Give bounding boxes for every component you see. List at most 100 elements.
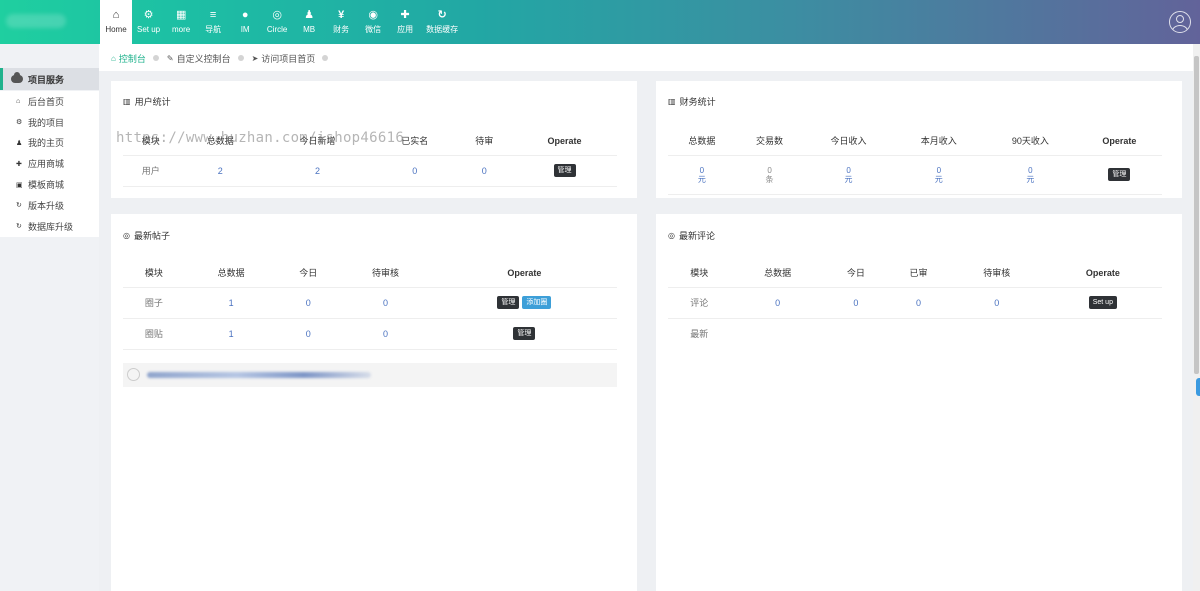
nav-more[interactable]: ▦ more	[165, 0, 197, 44]
card-title: ◎ 最新评论	[668, 231, 715, 241]
operate-cell: 管理	[431, 318, 617, 350]
today-income-value[interactable]: 0元	[803, 155, 894, 195]
puzzle-icon: ✚	[16, 160, 22, 168]
send-icon: ➤	[251, 53, 259, 63]
month-income-value[interactable]: 0元	[893, 155, 984, 195]
table-header: 待审	[456, 127, 512, 156]
logo[interactable]	[0, 0, 99, 44]
crumb-visit-home[interactable]: ➤ 访问项目首页	[252, 52, 337, 65]
operate-cell: 管理 添加圈	[431, 287, 617, 319]
nav-finance[interactable]: ¥ 财务	[325, 0, 357, 44]
trades-value[interactable]: 0条	[735, 155, 804, 195]
today-value[interactable]: 0	[277, 318, 340, 350]
user-avatar-icon[interactable]	[1169, 11, 1191, 33]
today-value[interactable]: 0	[277, 287, 340, 319]
nav-cache[interactable]: ↻ 数据缓存	[421, 0, 463, 44]
nav-apps[interactable]: ✚ 应用	[389, 0, 421, 44]
template-icon: ▣	[16, 181, 23, 189]
table-header: 今日收入	[803, 127, 894, 156]
nav-home[interactable]: ⌂ Home	[100, 0, 132, 44]
grid-icon: ▦	[175, 9, 187, 21]
total-value[interactable]: 1	[184, 287, 278, 319]
scrollbar[interactable]	[1193, 44, 1200, 591]
puzzle-icon: ✚	[400, 9, 410, 21]
close-dot-icon[interactable]	[237, 55, 244, 61]
total-value[interactable]: 0元	[668, 155, 736, 195]
pending-value[interactable]: 0	[339, 318, 432, 350]
comments-icon: ◎	[272, 9, 282, 21]
sidebar-item-my-homepage[interactable]: ♟ 我的主页	[0, 133, 99, 154]
nav-im[interactable]: ● IM	[229, 0, 261, 44]
nav-circle[interactable]: ◎ Circle	[261, 0, 293, 44]
table-header: 90天收入	[983, 127, 1077, 156]
crumb-custom-console[interactable]: ✎ 自定义控制台	[167, 52, 252, 65]
nav-setup[interactable]: ⚙ Set up	[132, 0, 165, 44]
table-header: 总数据	[668, 127, 736, 156]
add-circle-button[interactable]: 添加圈	[522, 296, 552, 309]
nav-mb[interactable]: ♟ MB	[293, 0, 325, 44]
top-bar: ⌂ Home ⚙ Set up ▦ more ≡ 导航 ● IM ◎ Circle ♟ MB …	[0, 0, 1200, 44]
table-header: Operate	[431, 259, 617, 288]
setup-button[interactable]: Set up	[1088, 296, 1117, 309]
finance-stats-card: ▥ 财务统计 总数据 交易数 今日收入 本月收入 90天收入 Operate 0元…	[656, 81, 1182, 198]
total-value[interactable]: 0	[730, 287, 825, 319]
manage-button[interactable]: 管理	[497, 296, 520, 309]
home-icon: ⌂	[16, 97, 21, 105]
user-icon: ♟	[16, 139, 23, 147]
user-icon: ♟	[304, 9, 315, 21]
operate-cell: 管理	[512, 155, 617, 187]
sidebar-item-template-store[interactable]: ▣ 模板商城	[0, 174, 99, 195]
pending-value[interactable]: 0	[949, 287, 1044, 319]
edit-icon: ✎	[166, 53, 174, 63]
side-drawer-tab[interactable]	[1196, 378, 1200, 396]
sidebar-item-db-upgrade[interactable]: ↻ 数据库升级	[0, 216, 99, 237]
table-header: 今日	[824, 259, 888, 288]
pending-value[interactable]: 0	[339, 287, 432, 319]
pending-value[interactable]: 0	[456, 155, 512, 187]
table-row: 圈子 1 0 0 管理 添加圈	[123, 287, 617, 319]
total-value[interactable]: 2	[178, 155, 262, 187]
today-value[interactable]: 0	[824, 287, 888, 319]
crumb-console[interactable]: ⌂ 控制台	[111, 52, 167, 65]
close-dot-icon[interactable]	[152, 55, 159, 61]
bar-chart-icon: ▥	[123, 97, 131, 106]
table-header: 模块	[668, 259, 731, 288]
row-label: 最新	[690, 329, 709, 340]
blurred-content	[147, 372, 371, 378]
operate-cell: 管理	[1076, 155, 1162, 195]
nav-navigation[interactable]: ≡ 导航	[197, 0, 229, 44]
total-value[interactable]: 1	[184, 318, 278, 350]
table-header: 模块	[123, 259, 185, 288]
refresh-icon: ↻	[16, 223, 22, 231]
manage-button[interactable]: 管理	[1108, 168, 1131, 181]
approved-value[interactable]: 0	[887, 287, 950, 319]
menu-icon: ≡	[209, 9, 217, 21]
sidebar-heading[interactable]: 项目服务	[0, 68, 99, 90]
manage-button[interactable]: 管理	[513, 327, 536, 340]
sidebar-item-version-upgrade[interactable]: ↻ 版本升级	[0, 195, 99, 216]
finance-stats-table: 总数据 交易数 今日收入 本月收入 90天收入 Operate 0元 0条 0元…	[668, 127, 1162, 195]
table-header: Operate	[1043, 259, 1162, 288]
scrollbar-thumb[interactable]	[1194, 56, 1199, 374]
row-label: 评论	[668, 287, 731, 319]
sidebar-item-my-projects[interactable]: ⚙ 我的项目	[0, 112, 99, 133]
sidebar-item-app-store[interactable]: ✚ 应用商城	[0, 153, 99, 174]
recent-post-item[interactable]	[123, 363, 617, 387]
row-label: 圈子	[123, 287, 185, 319]
breadcrumb: ⌂ 控制台 ✎ 自定义控制台 ➤ 访问项目首页	[111, 52, 336, 64]
gear-icon: ⚙	[16, 119, 23, 127]
today-value[interactable]: 2	[261, 155, 374, 187]
latest-comments-card: ◎ 最新评论 模块 总数据 今日 已审 待审核 Operate 评论 0 0 0 …	[656, 214, 1182, 591]
sidebar-item-dashboard[interactable]: ⌂ 后台首页	[0, 91, 99, 112]
table-row: 评论 0 0 0 0 Set up	[668, 287, 1162, 319]
verified-value[interactable]: 0	[373, 155, 457, 187]
manage-button[interactable]: 管理	[553, 164, 576, 177]
table-header: 交易数	[735, 127, 804, 156]
home-icon: ⌂	[112, 9, 120, 21]
close-dot-icon[interactable]	[322, 55, 329, 61]
sidebar: 项目服务 ⌂ 后台首页 ⚙ 我的项目 ♟ 我的主页 ✚ 应用商城 ▣ 模板商城 ↻ 版本升级…	[0, 44, 99, 591]
nav-wechat[interactable]: ◉ 微信	[357, 0, 389, 44]
90day-income-value[interactable]: 0元	[983, 155, 1077, 195]
wechat-icon: ◉	[368, 9, 378, 21]
card-title: ▥ 财务统计	[668, 97, 716, 107]
